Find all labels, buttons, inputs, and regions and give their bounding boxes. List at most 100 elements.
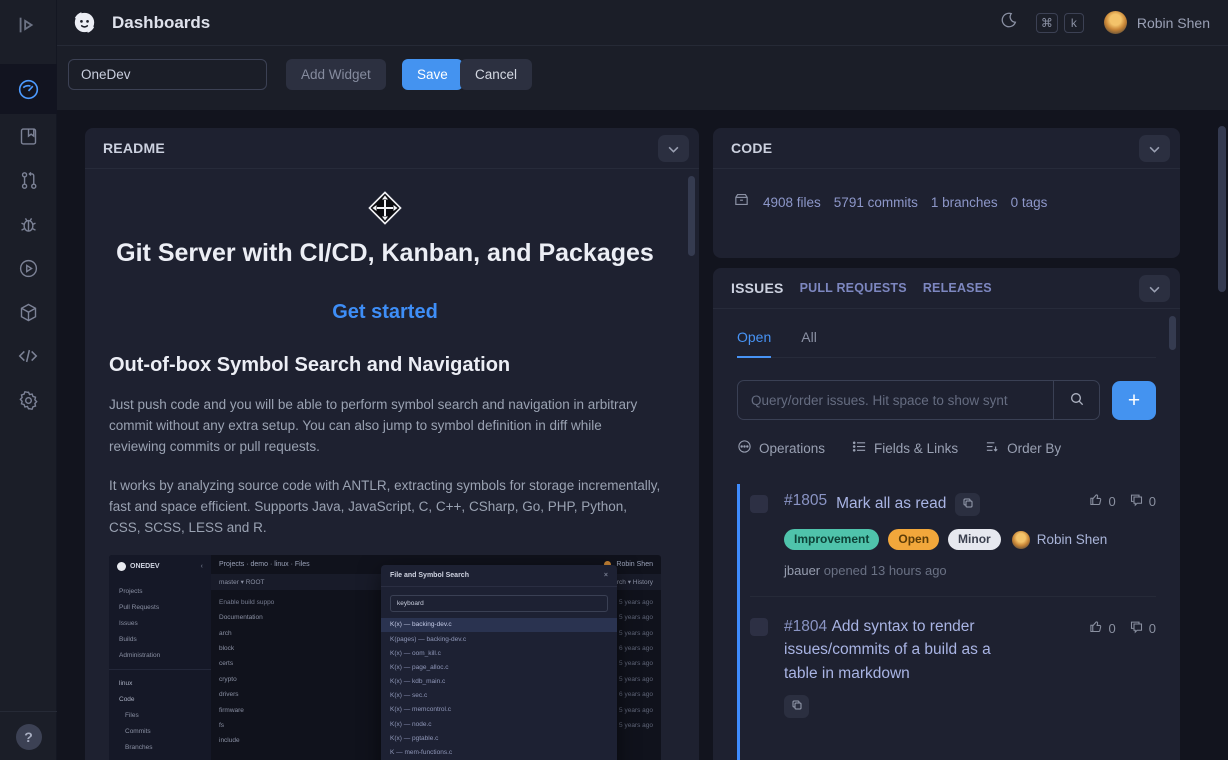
page-scrollbar[interactable] <box>1216 110 1226 760</box>
readme-collapse-button[interactable] <box>658 135 689 162</box>
list-icon <box>852 439 867 457</box>
code-collapse-button[interactable] <box>1139 135 1170 162</box>
tab-all[interactable]: All <box>801 329 817 357</box>
sidebar-item-dashboards[interactable] <box>0 64 57 114</box>
sidebar-item-code[interactable] <box>0 334 57 378</box>
dashboard-gauge-icon <box>17 78 40 101</box>
code-icon <box>17 345 39 367</box>
sidebar-item-packages[interactable] <box>0 290 57 334</box>
operations-filter[interactable]: Operations <box>737 439 825 457</box>
shortcut-cmd-key: ⌘ <box>1036 13 1058 33</box>
gear-icon <box>18 390 39 411</box>
dashboard-name-input[interactable] <box>68 59 267 90</box>
label-minor[interactable]: Minor <box>948 529 1001 550</box>
vote-count[interactable]: 0 <box>1089 619 1116 637</box>
label-open[interactable]: Open <box>888 529 939 550</box>
issue-list: #1805 Mark all as read <box>737 482 1156 736</box>
readme-widget-title: README <box>103 140 165 156</box>
copy-issue-button[interactable] <box>955 493 980 516</box>
search-icon <box>1069 391 1085 410</box>
comment-icon <box>1129 619 1144 637</box>
bug-icon <box>18 214 39 235</box>
issue-checkbox[interactable] <box>750 495 768 513</box>
user-name[interactable]: Robin Shen <box>1137 15 1210 31</box>
issue-query-input[interactable] <box>738 381 1053 419</box>
mini-logo-icon <box>117 562 126 571</box>
page-title: Dashboards <box>112 13 210 33</box>
readme-heading: Git Server with CI/CD, Kanban, and Packa… <box>109 237 661 271</box>
issues-collapse-button[interactable] <box>1139 275 1170 302</box>
commits-count-link[interactable]: 5791 commits <box>834 195 918 210</box>
issues-state-tabs: Open All <box>737 329 1156 358</box>
help-icon[interactable]: ? <box>16 724 42 750</box>
onedev-logo-icon <box>71 9 98 36</box>
copy-issue-button[interactable] <box>784 695 809 718</box>
readme-subheading: Out-of-box Symbol Search and Navigation <box>109 354 661 377</box>
branches-count-link[interactable]: 1 branches <box>931 195 998 210</box>
main-sidebar: ? <box>0 0 57 760</box>
thumbs-up-icon <box>1089 492 1104 510</box>
pull-request-icon <box>18 170 39 191</box>
save-button[interactable]: Save <box>402 59 463 90</box>
comment-count[interactable]: 0 <box>1129 619 1156 637</box>
issue-number: #1804 <box>784 618 827 635</box>
chevron-down-icon <box>668 141 679 156</box>
issues-scrollbar[interactable] <box>1169 316 1176 350</box>
sidebar-item-pull-requests[interactable] <box>0 158 57 202</box>
comment-icon <box>1129 492 1144 510</box>
copy-icon <box>962 497 974 512</box>
dark-mode-icon[interactable] <box>1000 11 1018 34</box>
chevron-down-icon <box>1149 141 1160 156</box>
issue-row: #1805 Mark all as read <box>750 482 1156 596</box>
operations-icon <box>737 439 752 457</box>
readme-widget: README Git Server with CI/CD, Kanban, an… <box>85 128 699 760</box>
top-bar: Dashboards ⌘ k Robin Shen <box>57 0 1228 46</box>
dashboard-content: README Git Server with CI/CD, Kanban, an… <box>57 110 1228 760</box>
issue-title-link[interactable]: Mark all as read <box>836 492 946 515</box>
vote-count[interactable]: 0 <box>1089 492 1116 510</box>
tags-count-link[interactable]: 0 tags <box>1011 195 1048 210</box>
issue-number: #1805 <box>784 492 827 510</box>
repository-icon <box>733 191 750 213</box>
files-count-link[interactable]: 4908 files <box>763 195 821 210</box>
copy-icon <box>791 699 803 714</box>
readme-paragraph: It works by analyzing source code with A… <box>109 475 661 539</box>
order-by-filter[interactable]: Order By <box>985 439 1061 457</box>
play-circle-icon <box>18 258 39 279</box>
mini-symbol-search-dialog: File and Symbol Search × keyboard K(x) —… <box>381 565 617 760</box>
readme-paragraph: Just push code and you will be able to p… <box>109 394 661 458</box>
sidebar-item-issues[interactable] <box>0 202 57 246</box>
code-widget-title: CODE <box>731 140 772 156</box>
issue-checkbox[interactable] <box>750 618 768 636</box>
thumbs-up-icon <box>1089 619 1104 637</box>
sidebar-expand-icon[interactable] <box>14 12 40 38</box>
sort-icon <box>985 439 1000 457</box>
comment-count[interactable]: 0 <box>1129 492 1156 510</box>
add-issue-button[interactable]: + <box>1112 381 1156 420</box>
pull-requests-header-tab[interactable]: PULL REQUESTS <box>800 281 907 295</box>
add-widget-button[interactable]: Add Widget <box>286 59 386 90</box>
assignee-avatar <box>1012 531 1030 549</box>
tab-open[interactable]: Open <box>737 329 771 358</box>
cancel-button[interactable]: Cancel <box>460 59 532 90</box>
issue-row: #1804 Add syntax to render issues/commit… <box>750 596 1156 736</box>
issues-header-tab[interactable]: ISSUES <box>731 280 784 296</box>
widget-move-handle-icon[interactable] <box>109 187 661 229</box>
label-improvement[interactable]: Improvement <box>784 529 879 550</box>
issues-widget: ISSUES PULL REQUESTS RELEASES Open All <box>713 268 1180 760</box>
fields-links-filter[interactable]: Fields & Links <box>852 439 958 457</box>
issue-assignee[interactable]: Robin Shen <box>1012 531 1108 549</box>
readme-scrollbar[interactable] <box>688 176 695 256</box>
package-icon <box>18 302 39 323</box>
releases-header-tab[interactable]: RELEASES <box>923 281 992 295</box>
issue-search-button[interactable] <box>1053 381 1099 419</box>
sidebar-item-settings[interactable] <box>0 378 57 422</box>
sidebar-item-projects[interactable] <box>0 114 57 158</box>
readme-embedded-screenshot: ONEDEV‹ Projects Pull Requests Issues Bu… <box>109 555 661 760</box>
sidebar-item-builds[interactable] <box>0 246 57 290</box>
issue-meta: jbauer opened 13 hours ago <box>784 563 1156 578</box>
project-book-icon <box>18 126 39 147</box>
user-avatar[interactable] <box>1104 11 1127 34</box>
get-started-link[interactable]: Get started <box>109 301 661 324</box>
code-widget: CODE 4908 files 5791 commits 1 branches … <box>713 128 1180 258</box>
